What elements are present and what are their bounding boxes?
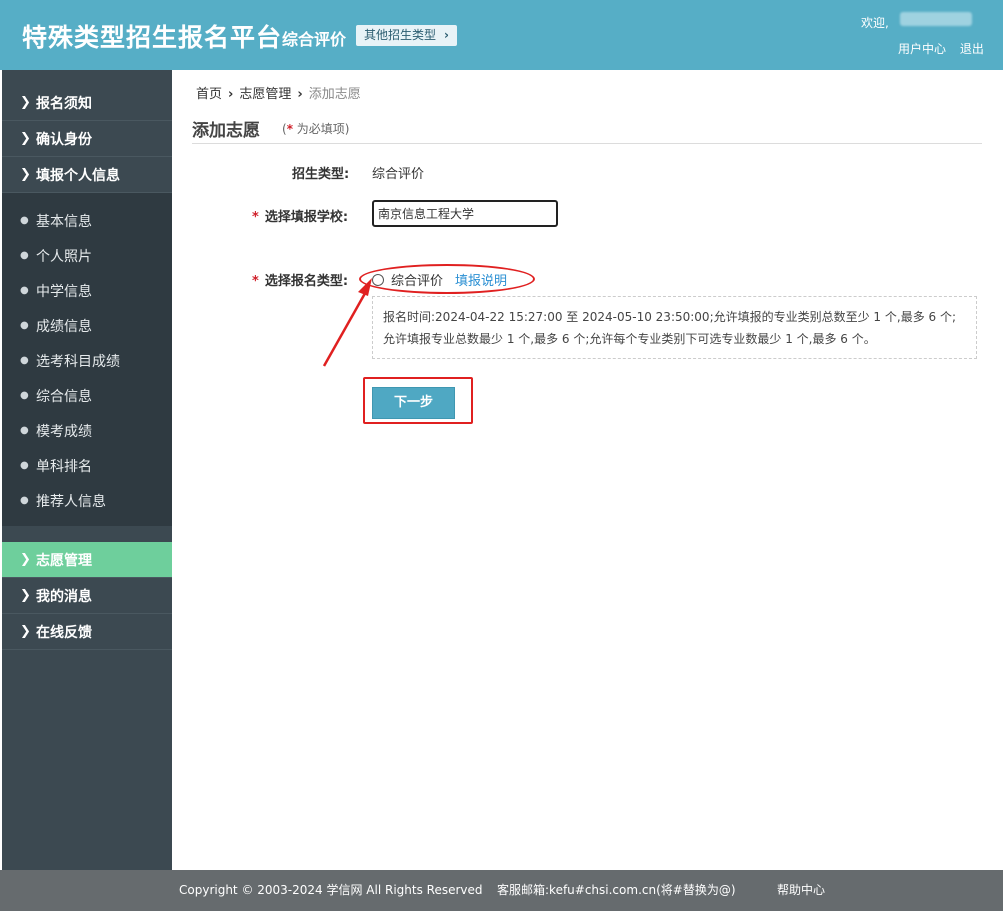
sidebar-subitem-photo[interactable]: ● 个人照片 [2,238,172,273]
footer-help-link[interactable]: 帮助中心 [777,870,825,911]
chevron-right-icon: ❯ [20,552,31,567]
reg-type-label: * 选择报名类型: [252,270,348,289]
user-links: 用户中心 退出 [898,40,984,57]
sidebar-item-label: 我的消息 [36,588,92,605]
required-star: * [252,210,259,225]
bullet-icon: ● [20,390,29,401]
annotation-arrow [322,278,372,367]
bullet-icon: ● [20,495,29,506]
welcome-text: 欢迎, [861,16,889,30]
sidebar-item-label: 填报个人信息 [36,167,120,184]
breadcrumb: 首页 › 志愿管理 › 添加志愿 [196,83,361,102]
other-types-button[interactable]: 其他招生类型 › [356,25,457,46]
sidebar-subitem-school-info[interactable]: ● 中学信息 [2,273,172,308]
bullet-icon: ● [20,320,29,331]
header-subtitle: 综合评价 [282,30,347,49]
chevron-right-icon: ❯ [20,624,31,639]
page-title: 添加志愿 [192,121,260,141]
chevron-right-icon: ❯ [20,167,31,182]
chevron-right-icon: ❯ [20,95,31,110]
sidebar-item-label: 志愿管理 [36,552,92,569]
chevron-right-icon: › [444,28,449,42]
divider [192,143,982,144]
sidebar-item-my-messages[interactable]: ❯ 我的消息 [2,578,172,614]
footer-service-mail: 客服邮箱:kefu#chsi.com.cn(将#替换为@) [497,883,736,897]
sidebar-subitem-subject-rank[interactable]: ● 单科排名 [2,448,172,483]
sidebar-subitem-grades[interactable]: ● 成绩信息 [2,308,172,343]
required-star: * [252,274,259,289]
sidebar-item-application-management[interactable]: ❯ 志愿管理 [2,542,172,578]
sidebar-subitem-label: 选考科目成绩 [36,353,120,370]
other-types-label: 其他招生类型 [364,28,437,42]
type-label: 招生类型: [292,167,350,182]
header: 特殊类型招生报名平台 综合评价 其他招生类型 › 欢迎, 用户中心 退出 [0,0,1003,70]
sidebar-item-label: 报名须知 [36,95,92,112]
sidebar-subitem-label: 综合信息 [36,388,92,405]
chevron-right-icon: › [228,87,234,102]
required-note-text: 为必填项) [292,122,350,136]
required-note: (* 为必填项) [282,120,349,137]
chevron-right-icon: › [297,87,303,102]
chevron-right-icon: ❯ [20,131,31,146]
registration-info-box: 报名时间:2024-04-22 15:27:00 至 2024-05-10 23… [372,296,977,359]
bullet-icon: ● [20,285,29,296]
sidebar-subitem-label: 推荐人信息 [36,493,106,510]
sidebar-subitem-label: 模考成绩 [36,423,92,440]
main-content: 首页 › 志愿管理 › 添加志愿 添加志愿 (* 为必填项) 招生类型: 综合评价 * 选… [172,70,1003,870]
school-input[interactable] [372,200,558,227]
breadcrumb-home[interactable]: 首页 [196,87,222,102]
sidebar-item-personal-info[interactable]: ❯ 填报个人信息 [2,157,172,193]
annotation-ellipse [359,264,535,294]
reg-type-label-text: 选择报名类型: [264,274,349,289]
registration-info-text: 报名时间:2024-04-22 15:27:00 至 2024-05-10 23… [383,310,956,346]
sidebar-subgroup: ● 基本信息 ● 个人照片 ● 中学信息 ● 成绩信息 ● 选考科目成绩 ● 综合信息 ● 模… [2,193,172,526]
logout-link[interactable]: 退出 [960,42,984,56]
sidebar-subitem-label: 中学信息 [36,283,92,300]
bullet-icon: ● [20,250,29,261]
sidebar: ❯ 报名须知 ❯ 确认身份 ❯ 填报个人信息 ● 基本信息 ● 个人照片 ● 中学信息… [2,70,172,870]
sidebar-item-online-feedback[interactable]: ❯ 在线反馈 [2,614,172,650]
breadcrumb-current: 添加志愿 [308,87,361,102]
chevron-right-icon: ❯ [20,588,31,603]
annotation-rect [363,377,473,424]
sidebar-subitem-basic-info[interactable]: ● 基本信息 [2,203,172,238]
sidebar-subitem-elective-scores[interactable]: ● 选考科目成绩 [2,343,172,378]
bullet-icon: ● [20,460,29,471]
footer-copyright: Copyright © 2003-2024 学信网 All Rights Res… [179,883,483,897]
footer: Copyright © 2003-2024 学信网 All Rights Res… [0,870,1003,911]
type-value: 综合评价 [372,167,425,182]
sidebar-subitem-label: 个人照片 [36,248,92,265]
sidebar-item-label: 确认身份 [36,131,92,148]
sidebar-subitem-label: 基本信息 [36,213,92,230]
sidebar-subitem-label: 单科排名 [36,458,92,475]
bullet-icon: ● [20,425,29,436]
username-blurred [900,12,972,26]
sidebar-subitem-label: 成绩信息 [36,318,92,335]
sidebar-item-confirm-identity[interactable]: ❯ 确认身份 [2,121,172,157]
sidebar-item-label: 在线反馈 [36,624,92,641]
school-label-text: 选择填报学校: [264,210,349,225]
breadcrumb-parent[interactable]: 志愿管理 [239,87,291,102]
sidebar-subitem-comprehensive-info[interactable]: ● 综合信息 [2,378,172,413]
site-title: 特殊类型招生报名平台 [22,23,283,52]
user-center-link[interactable]: 用户中心 [898,42,946,56]
sidebar-subitem-referrer-info[interactable]: ● 推荐人信息 [2,483,172,518]
bullet-icon: ● [20,355,29,366]
sidebar-subitem-mock-exam[interactable]: ● 模考成绩 [2,413,172,448]
school-label: * 选择填报学校: [252,206,348,225]
bullet-icon: ● [20,215,29,226]
sidebar-item-registration-notice[interactable]: ❯ 报名须知 [2,85,172,121]
